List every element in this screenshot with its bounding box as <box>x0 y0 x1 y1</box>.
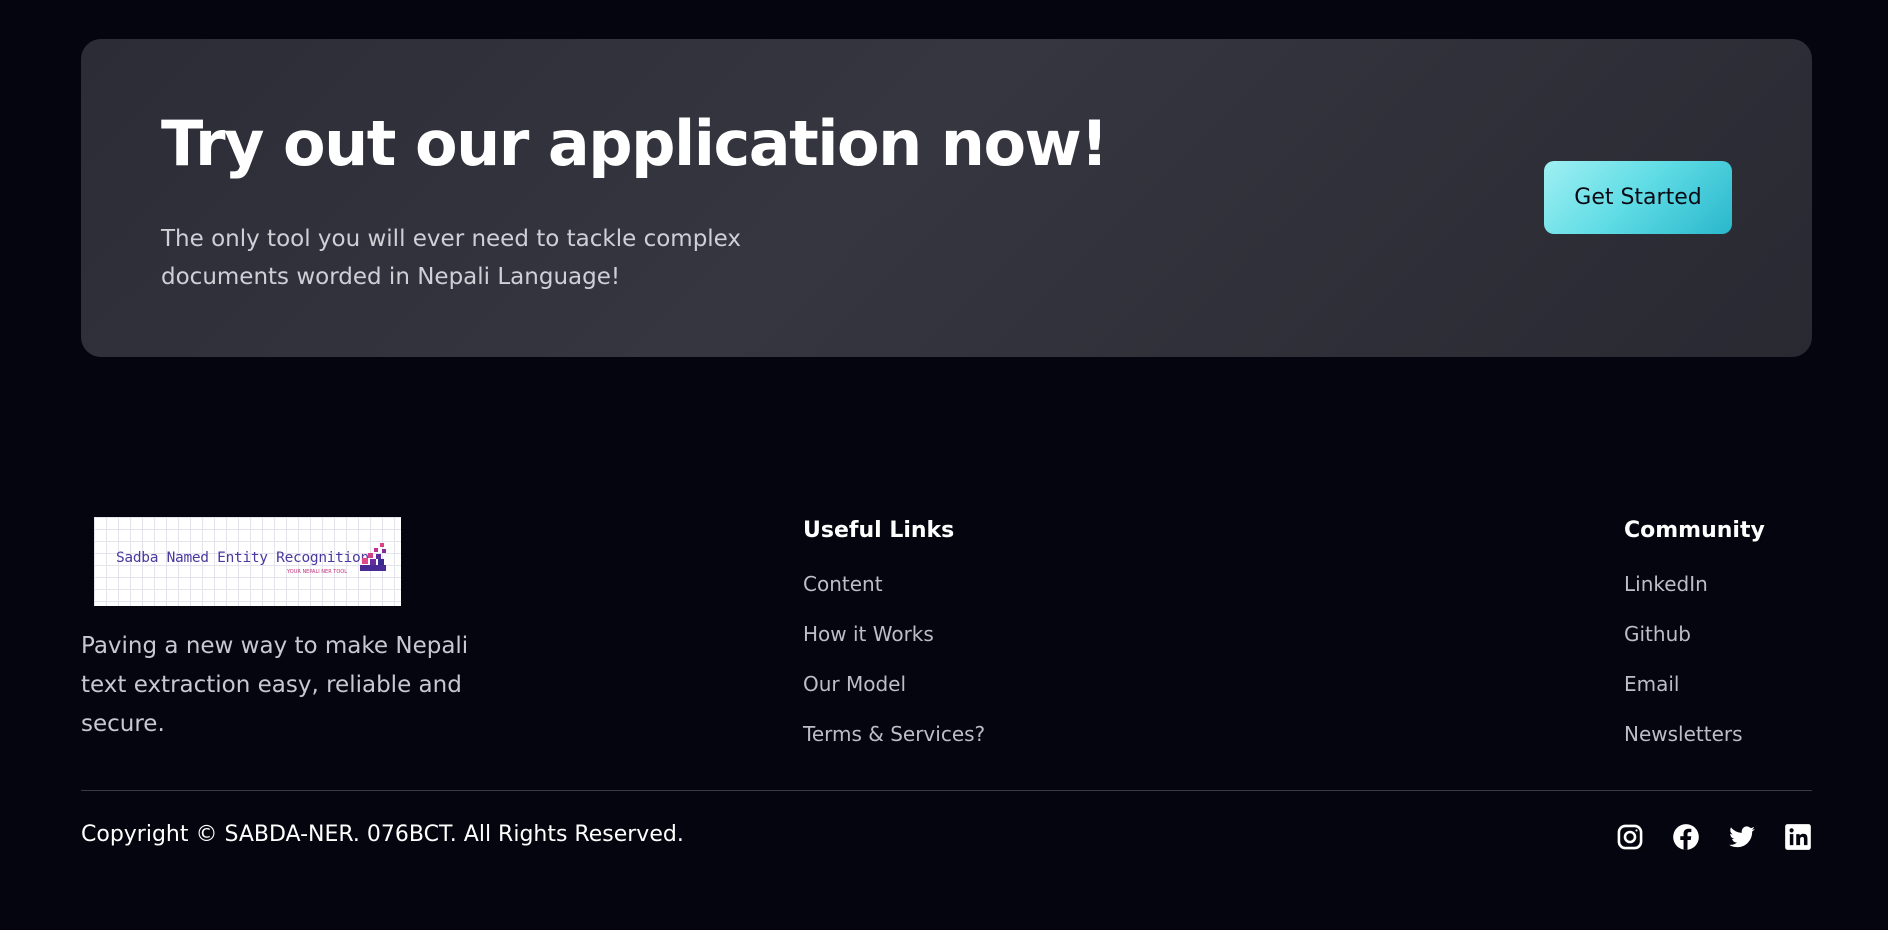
logo-subtext: YOUR NEPALI NER TOOL <box>287 569 347 575</box>
footer-divider <box>81 790 1812 791</box>
link-our-model[interactable]: Our Model <box>803 672 906 696</box>
logo-text: Sadba Named Entity Recognition <box>116 550 369 566</box>
link-linkedin[interactable]: LinkedIn <box>1624 572 1708 596</box>
link-terms-services[interactable]: Terms & Services? <box>803 722 985 746</box>
link-newsletters[interactable]: Newsletters <box>1624 722 1743 746</box>
link-github[interactable]: Github <box>1624 622 1691 646</box>
instagram-icon[interactable] <box>1616 823 1644 851</box>
brand-tagline: Paving a new way to make Nepali text ext… <box>81 633 469 737</box>
cta-description: The only tool you will ever need to tack… <box>161 226 742 290</box>
cta-card: Try out our application now! The only to… <box>81 39 1812 357</box>
facebook-icon[interactable] <box>1672 823 1700 851</box>
community-heading: Community <box>1624 518 1765 543</box>
page: Try out our application now! The only to… <box>0 0 1888 930</box>
cta-title: Try out our application now! <box>161 107 1109 180</box>
link-email[interactable]: Email <box>1624 672 1680 696</box>
logo[interactable]: Sadba Named Entity Recognition YOUR NEPA… <box>94 517 401 606</box>
linkedin-icon[interactable] <box>1784 823 1812 851</box>
pixel-logo-icon <box>360 543 386 571</box>
link-content[interactable]: Content <box>803 572 883 596</box>
copyright-text: Copyright © SABDA-NER. 076BCT. All Right… <box>81 822 684 847</box>
useful-links-heading: Useful Links <box>803 518 955 543</box>
get-started-button[interactable]: Get Started <box>1544 161 1732 234</box>
link-how-it-works[interactable]: How it Works <box>803 622 934 646</box>
twitter-icon[interactable] <box>1728 823 1756 851</box>
